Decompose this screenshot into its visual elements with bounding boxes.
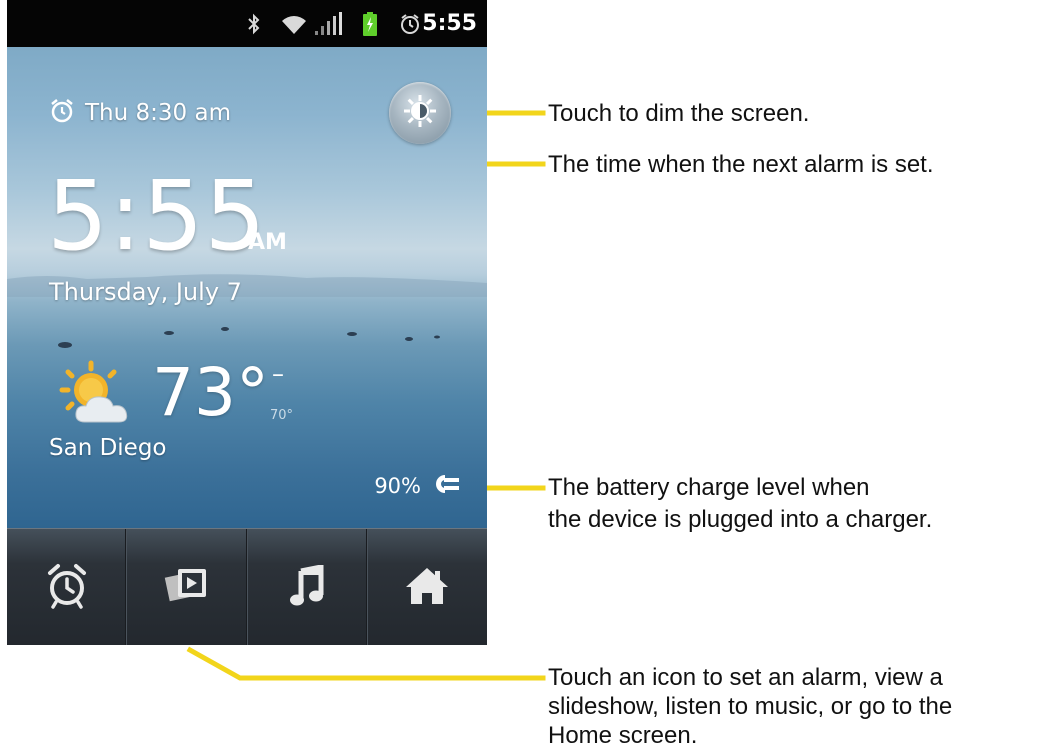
- alarm-icon: [397, 0, 423, 47]
- home-button[interactable]: [368, 529, 487, 645]
- status-bar: 5:55: [7, 0, 487, 47]
- next-alarm[interactable]: Thu 8:30 am: [49, 95, 231, 131]
- callout-icons-line1: Touch an icon to set an alarm, view a: [548, 664, 943, 691]
- callout-icons-line2: slideshow, listen to music, or go to the: [548, 693, 953, 720]
- next-alarm-time: Thu 8:30 am: [85, 100, 231, 126]
- weather-temperature: 73°: [152, 354, 269, 431]
- home-icon: [404, 566, 450, 610]
- clock-date: Thursday, July 7: [49, 278, 242, 306]
- callout-dim: Touch to dim the screen.: [548, 100, 810, 127]
- music-button[interactable]: [248, 529, 368, 645]
- status-time: 5:55: [422, 11, 477, 36]
- slideshow-button[interactable]: [127, 529, 248, 645]
- clock-time: 5:55: [47, 160, 267, 272]
- battery-level: 90%: [374, 474, 421, 498]
- weather-low: 70°: [270, 408, 294, 423]
- callout-icons-line3: Home screen.: [548, 722, 698, 749]
- phone-screen: 5:55 Thu 8:30 am 5:55 AM Thursday, July …: [7, 0, 487, 645]
- battery-status: 90%: [374, 474, 461, 498]
- clock-ampm: AM: [248, 230, 287, 255]
- weather-city: San Diego: [49, 435, 167, 461]
- dim-screen-button[interactable]: [389, 82, 451, 144]
- alarm-clock-icon: [49, 98, 75, 128]
- icons-callout-line: [186, 646, 546, 681]
- partly-cloudy-icon: [59, 360, 139, 430]
- callout-alarm: The time when the next alarm is set.: [548, 151, 934, 178]
- brightness-icon: [403, 94, 437, 132]
- charger-plug-icon: [431, 474, 461, 498]
- callout-battery-line1: The battery charge level when: [548, 474, 870, 501]
- alarm-clock-icon: [45, 563, 89, 613]
- dock-bottom-bar: [7, 528, 487, 645]
- music-note-icon: [289, 563, 325, 611]
- weather-high: –: [272, 360, 284, 388]
- alarm-button[interactable]: [7, 529, 128, 645]
- signal-icon: [312, 0, 352, 47]
- battery-charging-icon: [361, 0, 379, 47]
- callout-battery-line2: the device is plugged into a charger.: [548, 506, 933, 533]
- wifi-icon: [279, 0, 309, 47]
- slideshow-icon: [164, 565, 210, 611]
- bluetooth-icon: [243, 0, 265, 47]
